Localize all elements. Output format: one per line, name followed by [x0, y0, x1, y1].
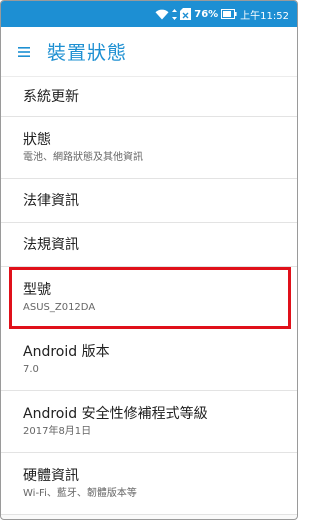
item-title: 型號	[23, 282, 51, 298]
hamburger-menu-icon[interactable]	[1, 27, 47, 77]
item-title: 系統更新	[23, 88, 79, 105]
phone-screen: 76% 上午11:52 裝置狀態 系統更新 狀態 電池、網路狀態及其他資訊 法律…	[0, 0, 298, 520]
list-item-android-version[interactable]: Android 版本 7.0	[1, 329, 297, 391]
list-item-status[interactable]: 狀態 電池、網路狀態及其他資訊	[1, 117, 297, 179]
list-item-hardware-info[interactable]: 硬體資訊 Wi-Fi、藍牙、韌體版本等	[1, 453, 297, 515]
item-title: 法規資訊	[23, 236, 79, 253]
item-subtitle: 電池、網路狀態及其他資訊	[23, 151, 143, 163]
item-title: 硬體資訊	[23, 467, 79, 484]
item-subtitle: Wi-Fi、藍牙、韌體版本等	[23, 487, 137, 499]
list-item-system-update[interactable]: 系統更新	[1, 77, 297, 117]
item-title: 法律資訊	[23, 192, 79, 209]
item-title: 狀態	[23, 131, 51, 148]
battery-percent: 76%	[194, 8, 219, 20]
item-subtitle: 2017年8月1日	[23, 425, 92, 437]
item-title: Android 安全性修補程式等級	[23, 405, 208, 422]
no-sim-icon	[180, 8, 192, 20]
list-item-model-number[interactable]: 型號 ASUS_Z012DA	[9, 267, 291, 329]
page-title: 裝置狀態	[47, 42, 128, 64]
data-arrows-icon	[172, 8, 178, 20]
list-item-regulatory-info[interactable]: 法規資訊	[1, 223, 297, 267]
status-bar: 76% 上午11:52	[1, 1, 297, 27]
app-bar: 裝置狀態	[1, 27, 297, 77]
item-subtitle: 7.0	[23, 363, 39, 375]
clock-time: 上午11:52	[240, 10, 289, 22]
list-item-security-patch[interactable]: Android 安全性修補程式等級 2017年8月1日	[1, 391, 297, 453]
battery-icon	[221, 9, 237, 19]
settings-list: 系統更新 狀態 電池、網路狀態及其他資訊 法律資訊 法規資訊 型號 ASUS_Z…	[1, 77, 297, 515]
item-title: Android 版本	[23, 343, 110, 360]
item-subtitle: ASUS_Z012DA	[23, 302, 96, 313]
list-item-legal-info[interactable]: 法律資訊	[1, 179, 297, 223]
wifi-icon	[155, 9, 169, 20]
